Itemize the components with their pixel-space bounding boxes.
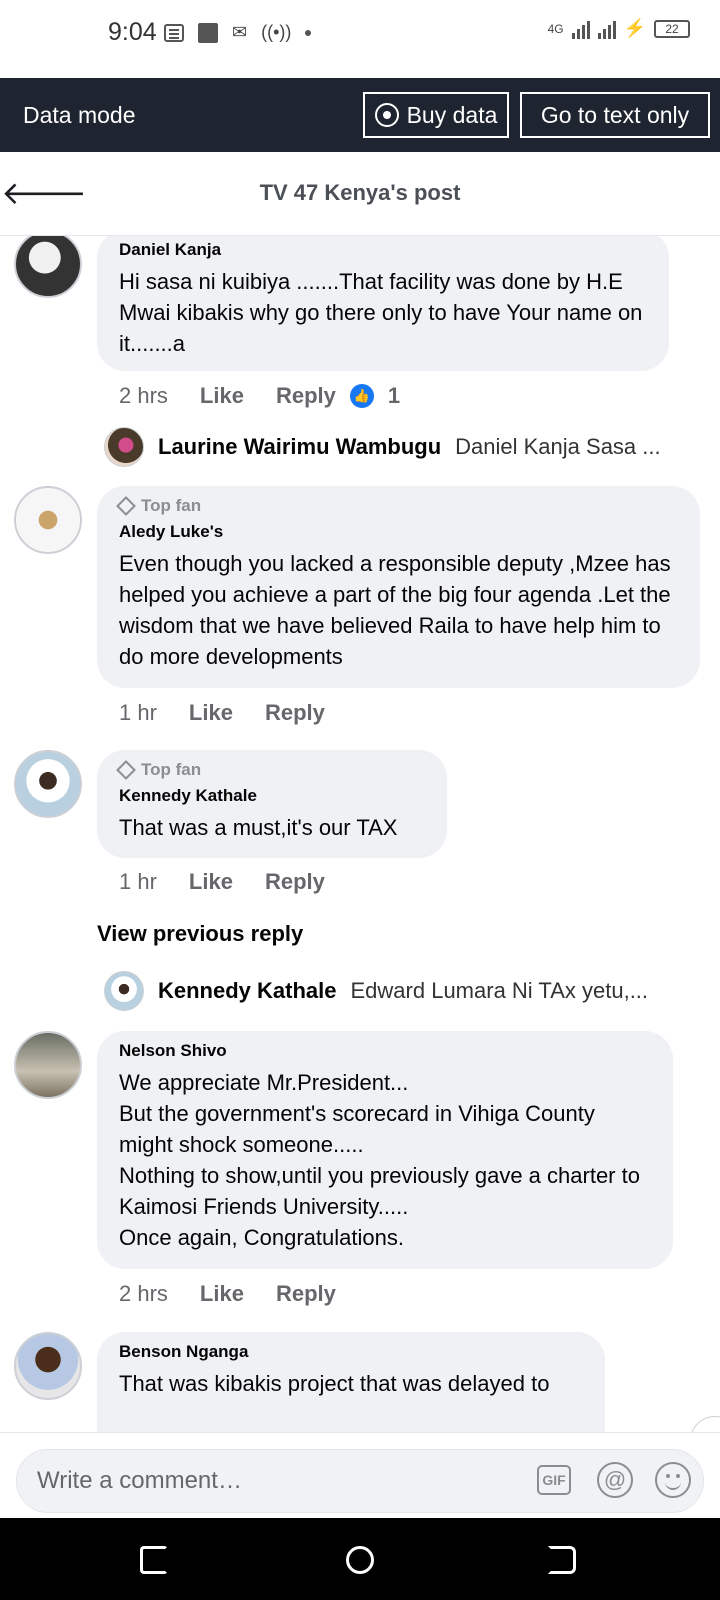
data-mode-bar: Data mode Buy data Go to text only — [0, 78, 720, 152]
comment-author[interactable]: Benson Nganga — [119, 1342, 585, 1362]
comment-time: 1 hr — [119, 700, 157, 725]
reply-button[interactable]: Reply — [276, 383, 336, 409]
gif-icon[interactable]: GIF — [537, 1465, 571, 1495]
notes-icon — [164, 23, 184, 42]
scroll-handle[interactable] — [690, 1416, 720, 1432]
comment-bubble[interactable]: Daniel Kanja Hi sasa ni kuibiya .......T… — [97, 236, 669, 371]
broadcast-icon — [374, 103, 399, 127]
comment-time: 2 hrs — [119, 1281, 168, 1306]
gmail-icon: ✉ — [232, 22, 248, 42]
comment-actions: 1 hr Like Reply — [119, 700, 325, 726]
avatar — [104, 971, 144, 1011]
reply-button[interactable]: Reply — [265, 869, 325, 895]
comments-feed[interactable]: Daniel Kanja Hi sasa ni kuibiya .......T… — [0, 236, 720, 1432]
like-count: 1 — [387, 383, 401, 408]
signal-icon — [571, 19, 590, 39]
view-previous-reply-link[interactable]: View previous reply — [97, 921, 303, 947]
comment-actions: 2 hrs Like Reply 👍 1 — [119, 383, 400, 409]
reply-preview[interactable]: Kennedy Kathale Edward Lumara Ni TAx yet… — [104, 971, 648, 1011]
comment-text: We appreciate Mr.President... But the go… — [119, 1070, 640, 1250]
status-icons-left: ✉ ((•)) — [164, 22, 312, 43]
charging-icon: ⚡ — [623, 18, 646, 38]
top-fan-badge: Top fan — [116, 760, 427, 780]
page-title: TV 47 Kenya's post — [259, 180, 461, 205]
buy-data-button[interactable]: Buy data — [363, 92, 509, 138]
reply-button[interactable]: Reply — [276, 1281, 336, 1307]
avatar[interactable] — [14, 1031, 82, 1099]
comment-bubble[interactable]: Top fan Kennedy Kathale That was a must,… — [97, 750, 447, 858]
comment-text: Hi sasa ni kuibiya .......That facility … — [119, 269, 643, 356]
app-square-icon — [198, 22, 218, 43]
smiley-icon[interactable] — [655, 1462, 691, 1498]
comment-bubble[interactable]: Nelson Shivo We appreciate Mr.President.… — [97, 1031, 673, 1269]
like-button[interactable]: Like — [200, 1281, 244, 1307]
text-only-button[interactable]: Go to text only — [520, 92, 710, 138]
system-nav-bar — [0, 1518, 720, 1600]
avatar[interactable] — [14, 236, 82, 298]
reply-button-wrap: Reply 👍 1 — [276, 383, 400, 409]
comment-text: Even though you lacked a responsible dep… — [119, 551, 671, 669]
hotspot-icon: ((•)) — [261, 22, 292, 42]
at-icon[interactable]: @ — [597, 1462, 633, 1498]
comment-input-container: GIF @ — [16, 1449, 704, 1513]
avatar[interactable] — [14, 750, 82, 818]
comment-author[interactable]: Nelson Shivo — [119, 1041, 653, 1061]
comment-bubble[interactable]: Benson Nganga That was kibakis project t… — [97, 1332, 605, 1432]
like-button[interactable]: Like — [189, 700, 233, 726]
signal-2-icon — [597, 19, 616, 39]
comment-author[interactable]: Kennedy Kathale — [119, 786, 427, 806]
comment-text: That was kibakis project that was delaye… — [119, 1371, 550, 1396]
badge-label: Top fan — [141, 496, 202, 515]
post-header: 🡐 TV 47 Kenya's post — [0, 152, 720, 236]
diamond-icon — [116, 496, 136, 516]
comment-time: 2 hrs — [119, 383, 168, 408]
reply-preview[interactable]: Laurine Wairimu Wambugu Daniel Kanja Sas… — [104, 427, 661, 467]
status-bar: 9:04 ✉ ((•)) 4G ⚡ 22 — [0, 0, 720, 78]
like-button[interactable]: Like — [200, 383, 244, 409]
data-mode-label: Data mode — [23, 102, 136, 128]
comment-input[interactable] — [37, 1450, 517, 1512]
reply-author: Laurine Wairimu Wambugu — [158, 434, 442, 459]
avatar[interactable] — [14, 1332, 82, 1400]
reply-button[interactable]: Reply — [265, 700, 325, 726]
like-button[interactable]: Like — [189, 869, 233, 895]
comment-text: That was a must,it's our TAX — [119, 815, 398, 840]
text-only-label: Go to text only — [540, 101, 690, 128]
more-dot-icon — [305, 29, 312, 36]
comment-author[interactable]: Aledy Luke's — [119, 522, 680, 542]
comment-time: 1 hr — [119, 869, 157, 894]
comment-actions: 2 hrs Like Reply — [119, 1281, 336, 1307]
status-time: 9:04 — [108, 18, 157, 46]
reply-preview-text: Edward Lumara Ni TAx yetu,... — [350, 978, 649, 1003]
comment-actions: 1 hr Like Reply — [119, 869, 325, 895]
comment-composer: GIF @ — [0, 1432, 720, 1518]
avatar — [104, 427, 144, 467]
comment-author[interactable]: Daniel Kanja — [119, 240, 649, 260]
reply-preview-text: Daniel Kanja Sasa ... — [455, 434, 661, 459]
avatar[interactable] — [14, 486, 82, 554]
back-icon[interactable] — [548, 1546, 576, 1574]
network-type-label: 4G — [547, 21, 564, 36]
status-icons-right: 4G ⚡ 22 — [548, 18, 690, 39]
reply-author: Kennedy Kathale — [158, 978, 337, 1003]
thumbs-up-icon: 👍 — [349, 384, 374, 408]
badge-label: Top fan — [141, 760, 202, 779]
home-icon[interactable] — [346, 1546, 374, 1574]
diamond-icon — [116, 760, 136, 780]
comment-bubble[interactable]: Top fan Aledy Luke's Even though you lac… — [97, 486, 700, 688]
buy-data-label: Buy data — [406, 101, 498, 128]
recent-apps-icon[interactable] — [140, 1546, 168, 1574]
battery-icon: 22 — [654, 19, 690, 38]
top-fan-badge: Top fan — [116, 496, 680, 516]
